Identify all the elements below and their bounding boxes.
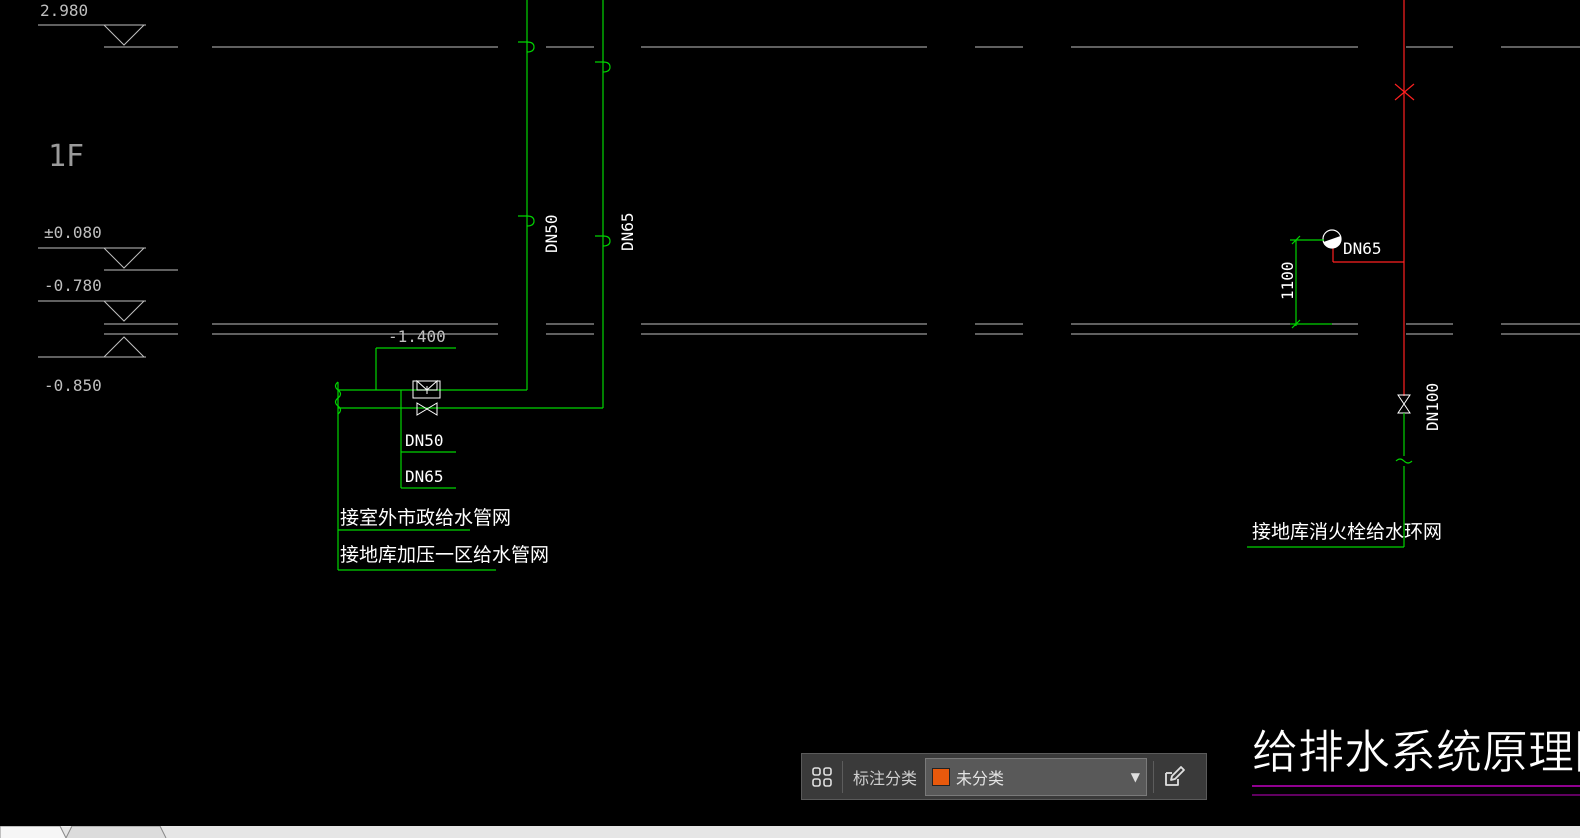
check-valve-icon[interactable]: [416, 402, 438, 416]
pressurized-note: 接地库加压一区给水管网: [340, 544, 549, 566]
fire-hydrant-icon[interactable]: [1322, 229, 1342, 249]
annotation-toolbar: 标注分类 未分类 ▼: [801, 753, 1207, 800]
level-078-label: -0.780: [44, 276, 102, 295]
drawing-title: 给排水系统原理图: [1252, 725, 1580, 779]
layout-tab-strip: [0, 826, 1580, 838]
annotation-category-label: 标注分类: [853, 768, 918, 788]
fire-main-pipe[interactable]: [1332, 0, 1415, 396]
edit-button[interactable]: [1154, 754, 1194, 799]
grid-button[interactable]: [802, 754, 842, 799]
municipal-note: 接室外市政给水管网: [340, 507, 511, 529]
edit-icon: [1165, 765, 1185, 786]
fire-ring-note: 接地库消火栓给水环网: [1252, 521, 1442, 543]
category-color-swatch: [932, 767, 951, 786]
hydrant-size: DN65: [1343, 239, 1382, 258]
riser-a-size: DN50: [542, 214, 561, 253]
branch-a-size: DN50: [405, 431, 444, 450]
fire-main-size: DN100: [1423, 383, 1442, 431]
gate-valve-icon[interactable]: [412, 379, 441, 399]
grid-icon: [812, 766, 832, 787]
category-select-value: 未分类: [956, 768, 1005, 788]
water-supply-pipes[interactable]: [334, 0, 611, 571]
tab-outline: [0, 826, 167, 838]
hydrant-height: 1100: [1278, 261, 1297, 300]
branch-b-size: DN65: [405, 467, 444, 486]
level-085-label: -0.850: [44, 376, 102, 395]
floor-label: 1F: [48, 139, 84, 174]
annotation-category-select[interactable]: 未分类 ▼: [925, 757, 1148, 796]
fire-main-valve-icon[interactable]: [1397, 394, 1411, 414]
cad-canvas[interactable]: 1F 2.980 ±0.080 -0.780 -0.850 -1.400 DN5…: [0, 0, 1580, 838]
level-14-label: -1.400: [388, 327, 446, 346]
chevron-down-icon: ▼: [1130, 769, 1141, 784]
level-marks: [38, 24, 178, 358]
level-top-label: 2.980: [40, 1, 88, 20]
riser-b-size: DN65: [618, 212, 637, 251]
level-zero-label: ±0.080: [44, 223, 102, 242]
